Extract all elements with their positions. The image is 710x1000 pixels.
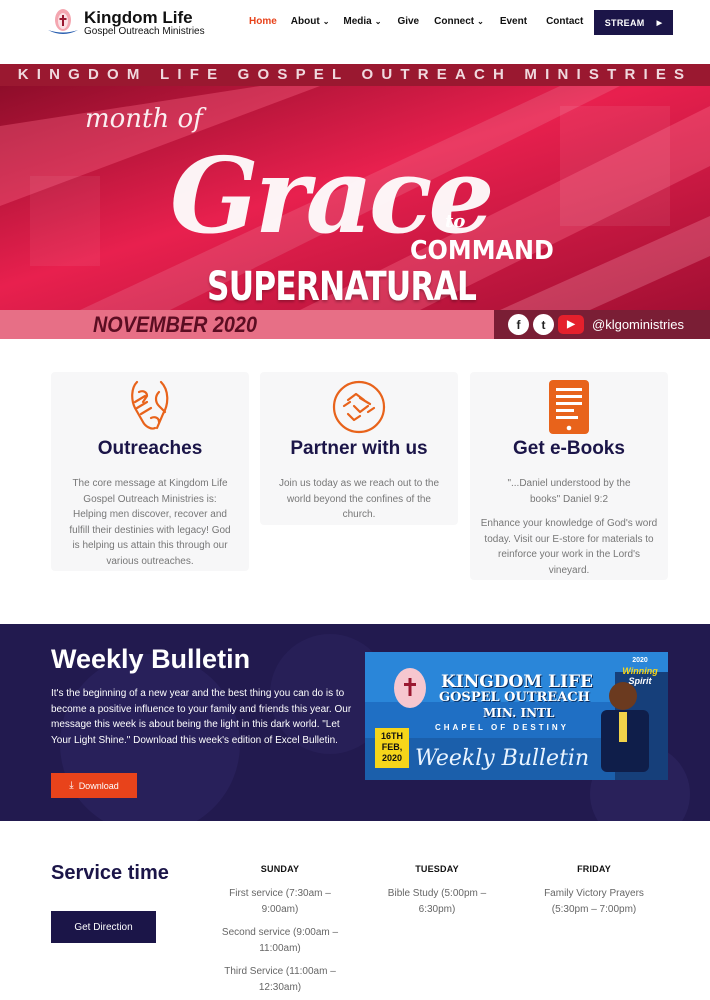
service-session: Third Service (11:00am – 12:30am) [224,966,336,993]
youtube-icon[interactable]: ▶ [558,315,584,334]
day-heading: TUESDAY [415,864,459,874]
nav-label: Contact [546,16,584,27]
bulletin-date: 16TH FEB, 2020 [377,731,407,764]
bulletin-script: Weekly Bulletin [415,746,590,771]
nav-label: Give [397,16,420,27]
nav-item-connect[interactable]: Connect ⌄ [434,16,484,27]
bulletin-cover-image[interactable]: KINGDOM LIFE GOSPEL OUTREACH MIN. INTL C… [365,652,668,780]
bulletin-badge: 2020 Winning Spirit [617,656,663,686]
bulletin-chapel: CHAPEL OF DESTINY [435,723,569,732]
service-session: First service (7:30am – 9:00am) [229,888,331,915]
download-button[interactable]: ⤓ Download [51,773,137,798]
bulletin-date-line3: 2020 [381,753,403,763]
nav-item-home[interactable]: Home [249,16,277,27]
nav-item-contact[interactable]: Contact [546,16,583,27]
hero-date: NOVEMBER 2020 [93,312,257,337]
nav-label: About [290,16,320,27]
hero-banner[interactable]: KINGDOM LIFE GOSPEL OUTREACH MINISTRIES … [0,64,710,339]
facebook-icon[interactable]: f [508,314,529,335]
card-outreaches: Outreaches The core message at Kingdom L… [51,372,249,571]
day-heading: FRIDAY [577,864,611,874]
ebook-tablet-icon [470,378,668,436]
hero-month-of: month of [85,104,203,134]
get-direction-button[interactable]: Get Direction [51,911,156,943]
card-partner: Partner with us Join us today as we reac… [260,372,458,525]
bulletin-title: Weekly Bulletin [51,644,251,674]
logo-subtitle: Gospel Outreach Ministries [84,26,205,37]
download-icon: ⤓ [69,780,74,791]
weekly-bulletin-section: Weekly Bulletin It's the beginning of a … [0,624,710,821]
chevron-down-icon: ⌄ [322,17,330,26]
bulletin-date-line1: 16TH [380,731,403,741]
download-label: Download [78,780,119,791]
site-logo[interactable]: Kingdom Life Gospel Outreach Ministries [46,8,205,38]
helping-hands-icon [51,378,249,436]
social-handle: @klgoministries [592,317,684,332]
nav-label: Home [249,16,277,27]
service-time-title: Service time [51,862,169,884]
card-title: Get e-Books [513,438,625,459]
nav-item-event[interactable]: Event [500,16,527,27]
service-session: Second service (9:00am – 11:00am) [221,927,339,954]
service-session: Bible Study (5:00pm – 6:30pm) [387,888,487,915]
site-header: Kingdom Life Gospel Outreach Ministries … [0,0,710,64]
hero-command: COMMAND [410,236,554,266]
service-day-friday: FRIDAY Family Victory Prayers (5:30pm – … [524,864,664,918]
day-heading: SUNDAY [260,864,300,874]
chevron-down-icon: ⌄ [374,17,382,26]
bulletin-badge-sub: Spirit [628,676,652,686]
church-logo-icon [46,8,80,38]
bulletin-date-line2: FEB, [381,742,403,752]
nav-item-give[interactable]: Give [397,16,419,27]
bulletin-org-line2: GOSPEL OUTREACH [439,690,590,705]
card-quote: "...Daniel understood by the books" Dani… [507,478,631,505]
card-text: The core message at Kingdom Life Gospel … [69,478,231,567]
bulletin-org-line1: KINGDOM LIFE [441,672,594,692]
card-text: Join us today as we reach out to the wor… [278,478,440,520]
service-day-sunday: SUNDAY First service (7:30am – 9:00am) S… [210,864,350,996]
bulletin-badge-main: Winning [622,666,658,676]
bulletin-badge-year: 2020 [632,657,648,664]
stream-button[interactable]: STREAM ▶ [594,10,673,35]
nav-label: Event [499,16,528,27]
hero-social-strip: f t ▶ @klgoministries [494,310,710,339]
card-text: "...Daniel understood by the books" Dani… [500,476,638,507]
bulletin-text: It's the beginning of a new year and the… [51,688,352,746]
hero-top-banner: KINGDOM LIFE GOSPEL OUTREACH MINISTRIES [0,64,710,86]
logo-title: Kingdom Life [84,8,193,27]
nav-label: Media [343,16,372,27]
twitter-icon[interactable]: t [533,314,554,335]
card-ebooks: Get e-Books "...Daniel understood by the… [470,372,668,580]
chevron-down-icon: ⌄ [477,17,484,26]
service-day-tuesday: TUESDAY Bible Study (5:00pm – 6:30pm) [367,864,507,918]
card-title: Partner with us [290,438,428,459]
main-nav: Home About ⌄ Media ⌄ Give Connect ⌄ Even… [249,16,583,27]
hero-grace: Grace [170,134,494,257]
stream-button-label: STREAM [604,17,645,28]
card-title: Outreaches [97,438,203,459]
service-session: Family Victory Prayers (5:30pm – 7:00pm) [544,888,644,915]
nav-item-media[interactable]: Media ⌄ [343,16,381,27]
partnership-hands-icon [260,378,458,436]
card-text: Enhance your knowledge of God's word tod… [480,518,658,576]
play-icon: ▶ [656,19,663,27]
bulletin-org-line3: MIN. INTL [483,706,555,720]
nav-label: Connect [434,16,475,27]
hero-to: to [445,211,466,232]
nav-item-about[interactable]: About ⌄ [291,16,330,27]
get-direction-label: Get Direction [74,921,133,933]
